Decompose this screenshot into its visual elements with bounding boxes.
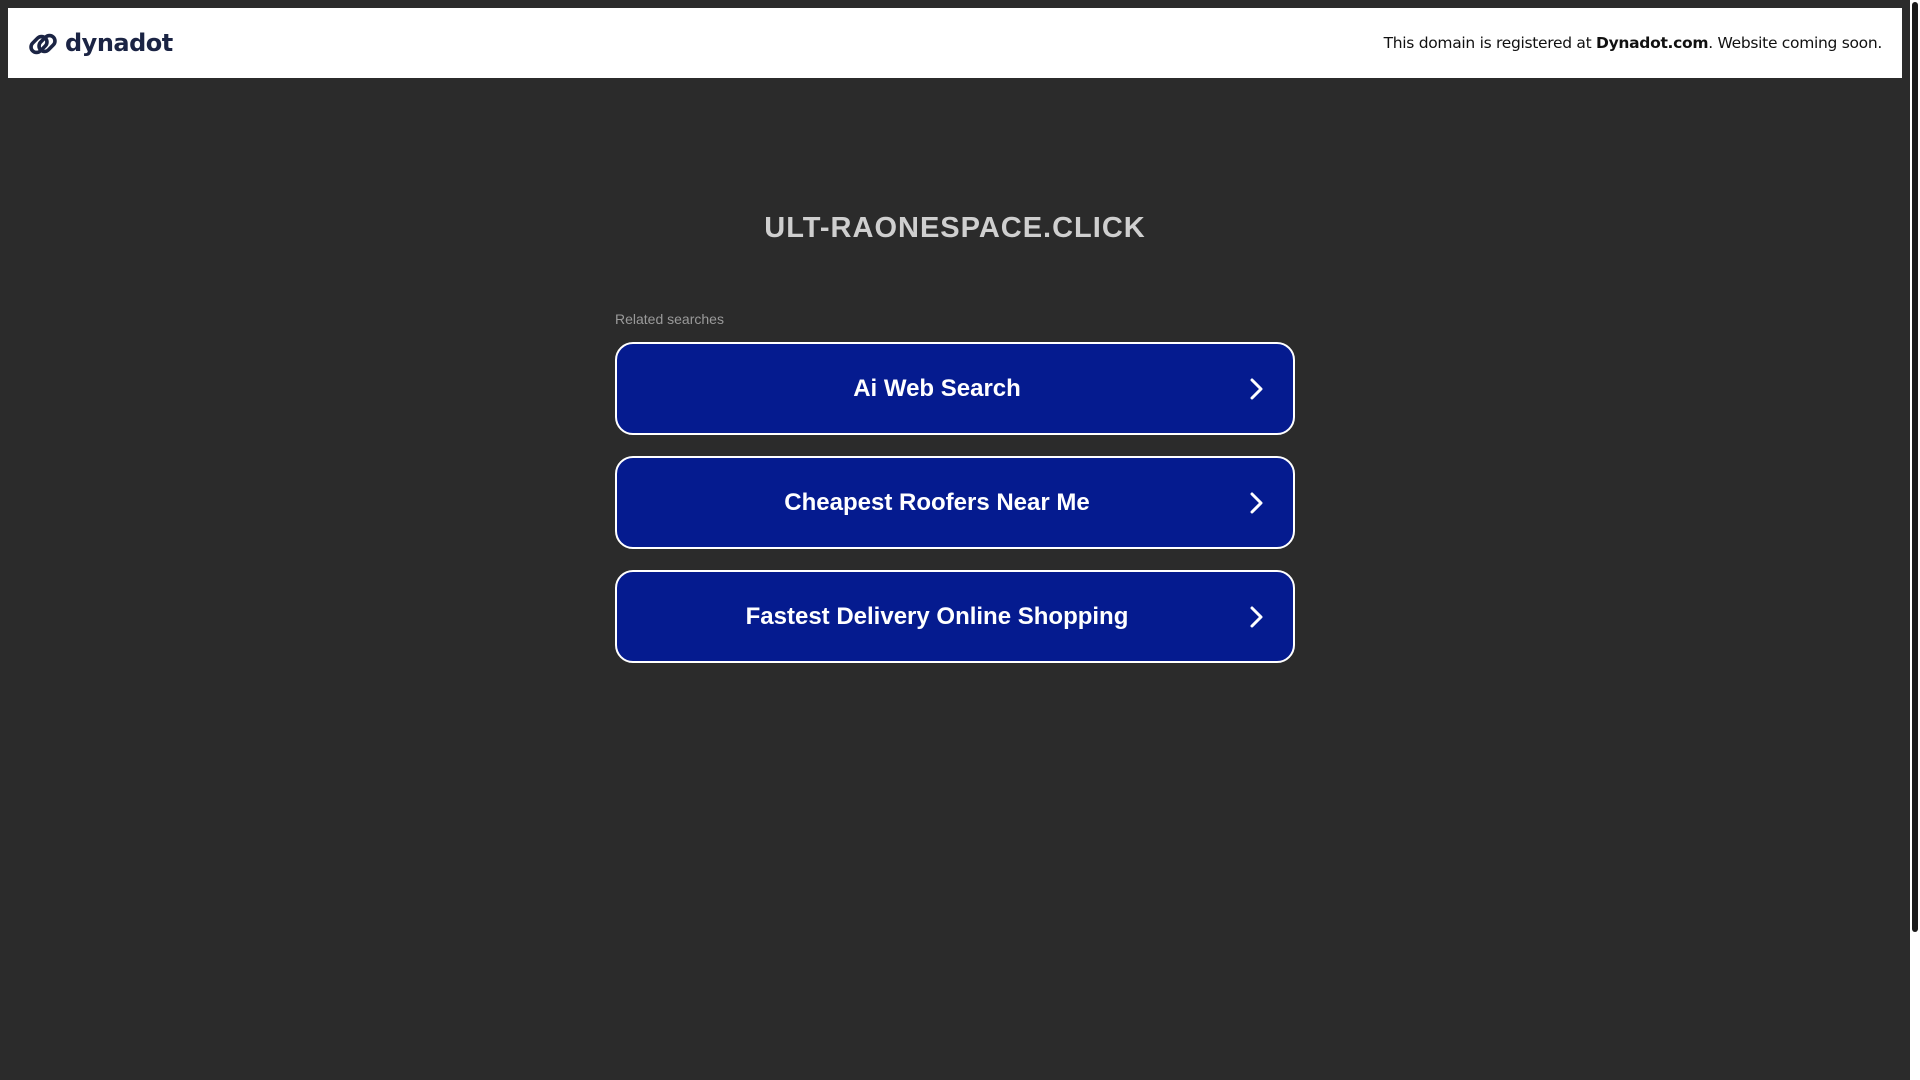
related-search-button-ai-web-search[interactable]: Ai Web Search	[615, 342, 1295, 435]
related-search-list: Ai Web Search Cheapest Roofers Near Me F…	[615, 342, 1295, 684]
related-searches-label: Related searches	[615, 311, 724, 327]
registration-prefix: This domain is registered at	[1383, 34, 1597, 52]
chevron-right-icon	[1250, 606, 1263, 628]
vertical-scrollbar[interactable]	[1910, 0, 1920, 1080]
chevron-right-icon	[1250, 378, 1263, 400]
related-search-button-cheapest-roofers[interactable]: Cheapest Roofers Near Me	[615, 456, 1295, 549]
registration-notice: This domain is registered at Dynadot.com…	[1383, 34, 1883, 52]
page: dynadot This domain is registered at Dyn…	[0, 0, 1920, 1080]
chevron-right-icon	[1250, 492, 1263, 514]
dynadot-logo[interactable]: dynadot	[27, 26, 173, 62]
domain-title: ULT-RAONESPACE.CLICK	[764, 212, 1146, 244]
related-search-label: Ai Web Search	[853, 375, 1021, 402]
logo-text: dynadot	[65, 29, 173, 57]
top-bar: dynadot This domain is registered at Dyn…	[8, 8, 1902, 78]
dynadot-link-icon	[29, 33, 57, 55]
registrar-link[interactable]: Dynadot.com	[1596, 34, 1709, 52]
scrollbar-thumb[interactable]	[1912, 2, 1918, 932]
related-search-label: Fastest Delivery Online Shopping	[745, 603, 1129, 630]
related-search-label: Cheapest Roofers Near Me	[784, 489, 1090, 516]
registration-suffix: . Website coming soon.	[1708, 34, 1882, 52]
related-search-button-fastest-delivery[interactable]: Fastest Delivery Online Shopping	[615, 570, 1295, 663]
